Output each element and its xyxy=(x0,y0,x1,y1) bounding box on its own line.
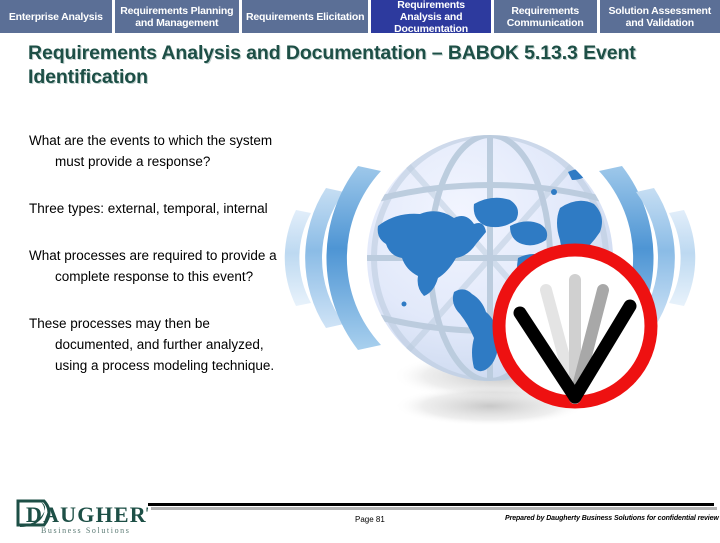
tab-label: Requirements Analysis and Documentation xyxy=(394,0,468,35)
tab-requirements-elicitation[interactable]: Requirements Elicitation xyxy=(241,0,369,33)
tab-label: Enterprise Analysis xyxy=(8,10,103,23)
tab-label: Solution Assessment and Validation xyxy=(608,4,712,29)
daugherty-logo: DAUGHERTY Business Solutions xyxy=(14,498,178,538)
bullet-item: These processes may then be documented, … xyxy=(29,316,275,373)
footer-divider xyxy=(148,503,714,506)
logo-wordmark: DAUGHERTY xyxy=(26,502,148,527)
tab-requirements-planning-and-management[interactable]: Requirements Planning and Management xyxy=(114,0,239,33)
bullet-item: What are the events to which the system … xyxy=(29,133,273,169)
bullet-item: What processes are required to provide a… xyxy=(29,248,277,284)
footer-divider-shadow xyxy=(151,507,717,510)
tab-solution-assessment-and-validation[interactable]: Solution Assessment and Validation xyxy=(599,0,720,33)
process-tab-bar: Enterprise Analysis Requirements Plannin… xyxy=(0,0,720,35)
tab-requirements-communication[interactable]: Requirements Communication xyxy=(493,0,597,33)
slide-title: Requirements Analysis and Documentation … xyxy=(28,42,636,88)
tab-label: Requirements Elicitation xyxy=(246,10,365,23)
confidentiality-notice: Prepared by Daugherty Business Solutions… xyxy=(505,515,719,522)
bullet-item: Three types: external, temporal, interna… xyxy=(29,201,268,216)
slide-footer: DAUGHERTY Business Solutions Page 81 Pre… xyxy=(0,495,720,540)
tab-label: Requirements Communication xyxy=(506,4,584,29)
logo-tagline: Business Solutions xyxy=(41,526,130,535)
tab-label: Requirements Planning and Management xyxy=(120,4,234,29)
slide-body: What are the events to which the system … xyxy=(29,130,279,376)
tab-requirements-analysis-and-documentation[interactable]: Requirements Analysis and Documentation xyxy=(371,0,491,35)
page-number: Page 81 xyxy=(355,515,385,524)
tab-enterprise-analysis[interactable]: Enterprise Analysis xyxy=(0,0,112,33)
globe-clock-graphic xyxy=(278,108,708,428)
